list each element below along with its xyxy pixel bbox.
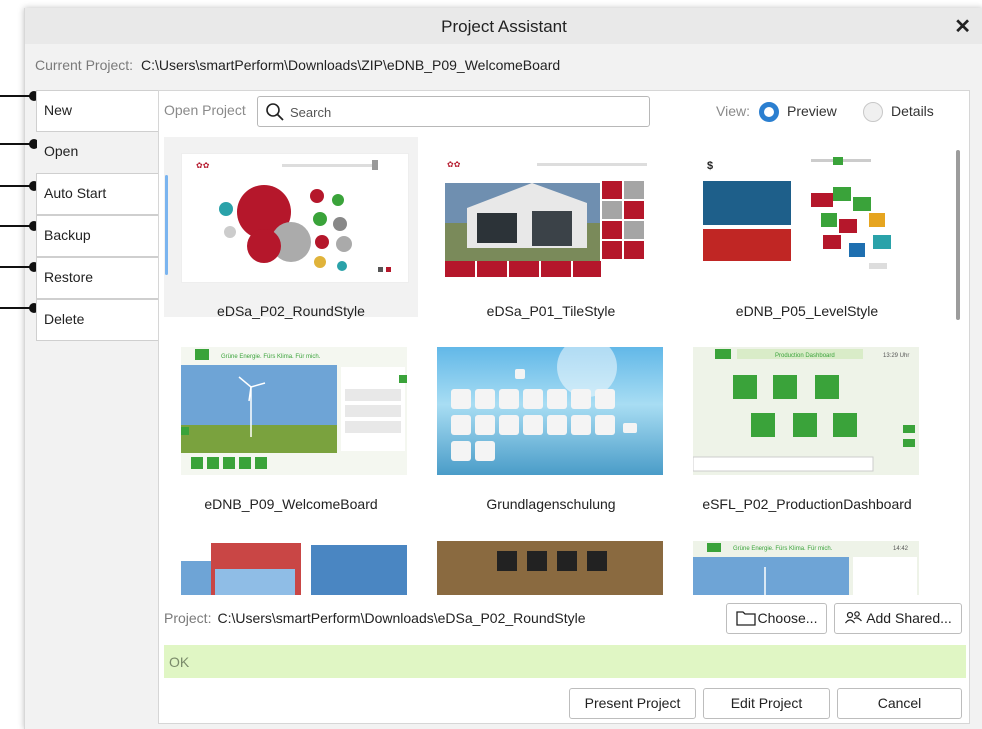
choose-button[interactable]: Choose... bbox=[726, 603, 827, 634]
project-card[interactable]: ✿✿ eDSa_P02_RoundStyle bbox=[164, 137, 418, 319]
project-label: Project: bbox=[164, 610, 212, 626]
svg-text:✿✿: ✿✿ bbox=[196, 161, 210, 170]
title-bar: Project Assistant ✕ bbox=[25, 8, 982, 44]
project-thumbnail: Production Dashboard 13:29 Uhr bbox=[693, 347, 919, 475]
status-bar: OK bbox=[164, 645, 966, 678]
project-thumbnail bbox=[437, 347, 663, 475]
project-name: eDSa_P01_TileStyle bbox=[486, 303, 616, 319]
project-name: eDNB_P05_LevelStyle bbox=[735, 303, 879, 319]
status-text: OK bbox=[169, 654, 190, 670]
project-path-line: Project: C:\Users\smartPerform\Downloads\… bbox=[164, 610, 586, 626]
tab-auto-start[interactable]: Auto Start bbox=[36, 173, 158, 215]
current-project: Current Project: C:\Users\smartPerform\Do… bbox=[35, 57, 560, 73]
selection-indicator bbox=[165, 175, 168, 275]
project-gallery: ✿✿ eDSa_P02_RoundStyle ✿✿ eDSa_P01_TileS… bbox=[164, 137, 965, 595]
project-card[interactable]: ✿✿ eDSa_P01_TileStyle bbox=[424, 137, 664, 319]
current-project-path: C:\Users\smartPerform\Downloads\ZIP\eDNB… bbox=[141, 57, 561, 73]
add-shared-button[interactable]: Add Shared... bbox=[834, 603, 962, 634]
project-card[interactable]: $ eDNB_P05_LevelStyle bbox=[680, 137, 920, 319]
project-thumbnail: ✿✿ bbox=[181, 153, 409, 283]
view-preview-radio[interactable] bbox=[759, 102, 779, 122]
project-name: eDNB_P09_WelcomeBoard bbox=[204, 496, 378, 512]
thumb-text: Grüne Energie. Fürs Klima. Für mich. bbox=[221, 354, 321, 360]
users-icon bbox=[845, 611, 863, 624]
project-card[interactable] bbox=[424, 527, 664, 595]
project-thumbnail: $ bbox=[693, 153, 919, 281]
view-preview-label: Preview bbox=[787, 103, 837, 119]
project-card[interactable]: Production Dashboard 13:29 Uhr eSFL_P02_… bbox=[680, 333, 920, 513]
view-details-label: Details bbox=[891, 103, 934, 119]
current-project-label: Current Project: bbox=[35, 57, 134, 73]
edit-project-button[interactable]: Edit Project bbox=[703, 688, 830, 719]
tab-open[interactable]: Open bbox=[37, 132, 159, 172]
add-shared-label: Add Shared... bbox=[866, 610, 952, 626]
present-project-button[interactable]: Present Project bbox=[569, 688, 696, 719]
thumb-time: 13:29 Uhr bbox=[883, 353, 909, 359]
search-placeholder: Search bbox=[290, 105, 332, 120]
project-thumbnail bbox=[181, 541, 407, 595]
project-name: eSFL_P02_ProductionDashboard bbox=[702, 496, 912, 512]
gallery-scrollbar[interactable] bbox=[956, 150, 960, 320]
window-title: Project Assistant bbox=[441, 17, 567, 36]
project-card[interactable]: Grüne Energie. Fürs Klima. Für mich. 14:… bbox=[680, 527, 920, 595]
project-path: C:\Users\smartPerform\Downloads\eDSa_P02… bbox=[217, 610, 586, 626]
project-card[interactable]: Grundlagenschulung bbox=[424, 333, 664, 513]
search-icon bbox=[266, 103, 284, 121]
tab-new[interactable]: New bbox=[36, 90, 158, 132]
cancel-button[interactable]: Cancel bbox=[837, 688, 962, 719]
tab-delete[interactable]: Delete bbox=[36, 299, 158, 341]
project-thumbnail: Grüne Energie. Fürs Klima. Für mich. 14:… bbox=[693, 541, 919, 595]
project-thumbnail: Grüne Energie. Fürs Klima. Für mich. bbox=[181, 347, 407, 475]
project-name: eDSa_P02_RoundStyle bbox=[217, 303, 365, 319]
svg-text:$: $ bbox=[707, 160, 713, 172]
choose-label: Choose... bbox=[757, 610, 818, 626]
thumb-time: 14:42 bbox=[893, 546, 909, 552]
project-thumbnail bbox=[437, 541, 663, 595]
close-icon[interactable]: ✕ bbox=[954, 14, 971, 39]
search-input[interactable]: Search bbox=[257, 96, 650, 127]
project-thumbnail: ✿✿ bbox=[437, 153, 663, 281]
thumb-text: Production Dashboard bbox=[775, 353, 835, 359]
view-label: View: bbox=[716, 103, 750, 119]
view-details-radio[interactable] bbox=[863, 102, 883, 122]
folder-icon bbox=[735, 611, 756, 626]
svg-text:✿✿: ✿✿ bbox=[447, 160, 461, 169]
tab-backup[interactable]: Backup bbox=[36, 215, 158, 257]
project-name: Grundlagenschulung bbox=[486, 496, 616, 512]
project-card[interactable]: Grüne Energie. Fürs Klima. Für mich. eDN… bbox=[164, 333, 418, 513]
tab-restore[interactable]: Restore bbox=[36, 257, 158, 299]
open-project-label: Open Project bbox=[164, 102, 246, 118]
project-card[interactable] bbox=[164, 527, 418, 595]
thumb-text: Grüne Energie. Fürs Klima. Für mich. bbox=[733, 546, 833, 552]
